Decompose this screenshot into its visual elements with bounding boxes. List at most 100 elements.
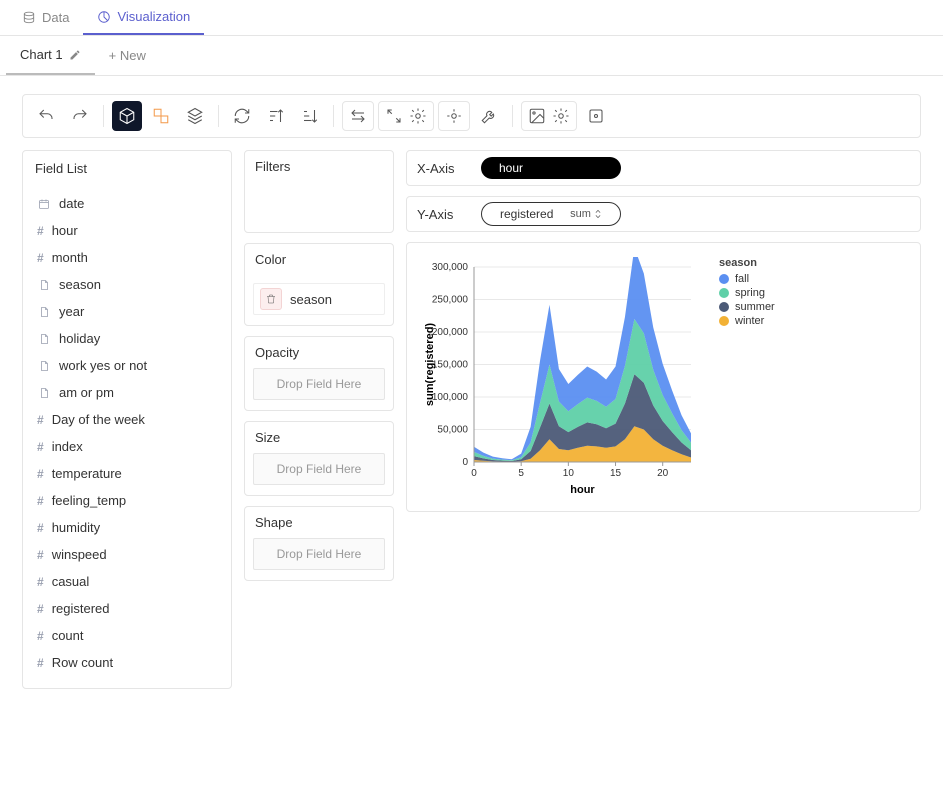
chart-type-button[interactable] [146, 101, 176, 131]
gear-button[interactable] [407, 101, 429, 131]
export-button[interactable] [581, 101, 611, 131]
chart-area: 050,000100,000150,000200,000250,000300,0… [406, 242, 921, 512]
shape-drop[interactable]: Drop Field Here [253, 538, 385, 570]
opacity-shelf[interactable]: Opacity Drop Field Here [244, 336, 394, 411]
wrench-button[interactable] [474, 101, 504, 131]
new-chart-tab[interactable]: + New [95, 48, 160, 63]
field-label: Row count [52, 655, 113, 670]
field-date[interactable]: date [31, 190, 223, 217]
field-casual[interactable]: #casual [31, 568, 223, 595]
field-label: hour [52, 223, 78, 238]
field-winspeed[interactable]: # winspeed [31, 541, 223, 568]
selector-icon [594, 209, 602, 219]
tab-data-label: Data [42, 10, 69, 25]
field-hour[interactable]: #hour [31, 217, 223, 244]
field-index[interactable]: #index [31, 433, 223, 460]
chart-column: X-Axis hour Y-Axis registered sum 0 50,00… [406, 150, 921, 512]
field-season[interactable]: season [31, 271, 223, 298]
field-humidity[interactable]: #humidity [31, 514, 223, 541]
edit-icon [69, 49, 81, 61]
layers-button[interactable] [180, 101, 210, 131]
legend: season fallspringsummerwinter [719, 257, 775, 497]
field-label: Day of the week [52, 412, 145, 427]
hash-icon: # [37, 251, 44, 265]
y-axis-row: Y-Axis registered sum [406, 196, 921, 232]
field-label: winspeed [52, 547, 107, 562]
y-axis-pill[interactable]: registered sum [481, 202, 621, 226]
color-chip[interactable]: season [253, 283, 385, 315]
color-shelf[interactable]: Color season [244, 243, 394, 326]
cube-button[interactable] [112, 101, 142, 131]
field-year[interactable]: year [31, 298, 223, 325]
tab-visualization[interactable]: Visualization [83, 0, 204, 35]
chart-tab-1[interactable]: Chart 1 [6, 36, 95, 75]
field-Day-of-the-week[interactable]: # Day of the week [31, 406, 223, 433]
document-icon [37, 332, 51, 346]
legend-swatch [719, 288, 729, 298]
field-registered[interactable]: # registered [31, 595, 223, 622]
trash-icon[interactable] [260, 288, 282, 310]
hash-icon: # [37, 440, 44, 454]
field-label: count [52, 628, 84, 643]
shape-shelf[interactable]: Shape Drop Field Here [244, 506, 394, 581]
field-list-title: Field List [23, 151, 231, 186]
svg-text:15: 15 [610, 468, 622, 479]
tab-viz-label: Visualization [117, 9, 190, 24]
field-label: registered [52, 601, 110, 616]
legend-item-summer[interactable]: summer [719, 301, 775, 313]
hash-icon: # [37, 629, 44, 643]
field-label: date [59, 196, 84, 211]
tab-data[interactable]: Data [8, 0, 83, 35]
field-am-or-pm[interactable]: am or pm [31, 379, 223, 406]
redo-button[interactable] [65, 101, 95, 131]
hash-icon: # [37, 548, 44, 562]
size-shelf[interactable]: Size Drop Field Here [244, 421, 394, 496]
sort-asc-button[interactable] [261, 101, 291, 131]
field-count[interactable]: # count [31, 622, 223, 649]
hash-icon: # [37, 494, 44, 508]
filters-shelf[interactable]: Filters [244, 150, 394, 233]
svg-text:100,000: 100,000 [432, 392, 469, 403]
svg-text:sum(registered): sum(registered) [424, 323, 436, 406]
image-button[interactable] [526, 101, 548, 131]
size-drop[interactable]: Drop Field Here [253, 453, 385, 485]
axis-swap-group[interactable] [342, 101, 374, 131]
shelves-column: Filters Color season Opacity Drop Field … [244, 150, 394, 581]
top-tabs: Data Visualization [0, 0, 943, 36]
legend-item-spring[interactable]: spring [719, 287, 775, 299]
chart-tabs: Chart 1 + New [0, 36, 943, 76]
field-temperature[interactable]: #temperature [31, 460, 223, 487]
svg-text:10: 10 [563, 468, 575, 479]
field-Row-count[interactable]: # Row count [31, 649, 223, 676]
field-work-yes-or-not[interactable]: work yes or not [31, 352, 223, 379]
document-icon [37, 278, 51, 292]
chart-tab-label: Chart 1 [20, 47, 63, 62]
field-label: holiday [59, 331, 100, 346]
image-gear-button[interactable] [550, 101, 572, 131]
sort-desc-button[interactable] [295, 101, 325, 131]
opacity-drop[interactable]: Drop Field Here [253, 368, 385, 400]
x-axis-pill[interactable]: hour [481, 157, 621, 179]
legend-item-winter[interactable]: winter [719, 315, 775, 327]
field-month[interactable]: # month [31, 244, 223, 271]
field-holiday[interactable]: holiday [31, 325, 223, 352]
svg-text:250,000: 250,000 [432, 295, 469, 306]
hash-icon: # [37, 656, 44, 670]
hash-icon: # [37, 602, 44, 616]
field-label: humidity [52, 520, 100, 535]
legend-label: winter [735, 315, 764, 327]
hash-icon: # [37, 413, 44, 427]
fit-button[interactable] [383, 101, 405, 131]
chart-icon [97, 10, 111, 24]
legend-item-fall[interactable]: fall [719, 273, 775, 285]
target-group[interactable] [438, 101, 470, 131]
svg-text:0: 0 [462, 457, 468, 468]
svg-text:50,000: 50,000 [437, 425, 468, 436]
refresh-button[interactable] [227, 101, 257, 131]
undo-button[interactable] [31, 101, 61, 131]
field-label: month [52, 250, 88, 265]
document-icon [37, 305, 51, 319]
svg-text:200,000: 200,000 [432, 327, 469, 338]
field-feeling_temp[interactable]: #feeling_temp [31, 487, 223, 514]
x-axis-row: X-Axis hour [406, 150, 921, 186]
